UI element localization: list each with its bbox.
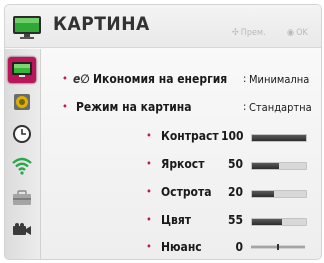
contrast-value: 100 [221, 129, 244, 143]
picture-icon [12, 62, 32, 77]
sidebar-item-input[interactable] [8, 217, 36, 243]
contrast-label: Контраст [161, 129, 219, 143]
tint-marker [277, 244, 279, 250]
ok-button-icon: ◉ [287, 28, 295, 38]
move-hint: ✣ Прем. [232, 28, 266, 38]
wifi-icon [12, 157, 32, 175]
speaker-icon [14, 94, 30, 110]
row-bullet: • [146, 185, 152, 198]
tv-icon [13, 16, 41, 39]
toolbox-icon [13, 190, 31, 205]
sharpness-bar-fill [252, 191, 274, 197]
menu-title: КАРТИНА [53, 13, 150, 35]
contrast-bar-fill [252, 135, 306, 141]
color-label: Цвят [161, 213, 192, 227]
tint-ticks [251, 244, 305, 250]
picture-mode-value: Стандартна [249, 101, 312, 114]
contrast-bar[interactable] [251, 134, 307, 142]
energy-saving-value: Минимална [249, 73, 310, 86]
eco-icon: e∅ [73, 72, 90, 86]
sidebar-item-audio[interactable] [8, 89, 36, 115]
sharpness-label: Острота [161, 185, 212, 199]
energy-saving-label: Икономия на енергия [93, 72, 228, 86]
screen: КАРТИНА ✣ Прем. ◉ OK • e∅ Икономия на ен… [0, 0, 324, 263]
tint-label: Нюанс [161, 240, 202, 254]
row-bullet: • [62, 100, 68, 113]
video-camera-icon [13, 223, 31, 235]
brightness-label: Яркост [161, 157, 205, 171]
sidebar-item-support[interactable] [8, 185, 36, 211]
sharpness-bar[interactable] [251, 190, 307, 198]
clock-icon [13, 125, 31, 143]
brightness-bar-fill [252, 163, 279, 169]
color-bar[interactable] [251, 218, 307, 226]
move-hint-label: Прем. [240, 28, 266, 38]
separator-colon: : [243, 72, 247, 85]
navigation-arrows-icon: ✣ [232, 28, 239, 38]
separator-colon: : [243, 100, 247, 113]
row-bullet: • [146, 213, 152, 226]
sidebar-item-time[interactable] [8, 121, 36, 147]
ok-hint-label: OK [296, 28, 308, 38]
row-bullet: • [146, 240, 152, 253]
brightness-value: 50 [227, 157, 243, 171]
sharpness-value: 20 [227, 185, 243, 199]
color-bar-fill [252, 219, 282, 225]
picture-mode-label: Режим на картина [76, 100, 192, 114]
sidebar [5, 49, 41, 259]
tint-scale[interactable] [251, 244, 305, 250]
row-bullet: • [62, 72, 68, 85]
row-bullet: • [146, 129, 152, 142]
color-value: 55 [227, 213, 243, 227]
brightness-bar[interactable] [251, 162, 307, 170]
tint-value: 0 [235, 240, 243, 254]
menu-header: КАРТИНА ✣ Прем. ◉ OK [5, 5, 321, 48]
picture-menu: КАРТИНА ✣ Прем. ◉ OK • e∅ Икономия на ен… [4, 4, 322, 260]
ok-hint: ◉ OK [287, 28, 308, 38]
sidebar-item-picture[interactable] [8, 57, 36, 83]
sidebar-item-network[interactable] [8, 153, 36, 179]
row-bullet: • [146, 157, 152, 170]
